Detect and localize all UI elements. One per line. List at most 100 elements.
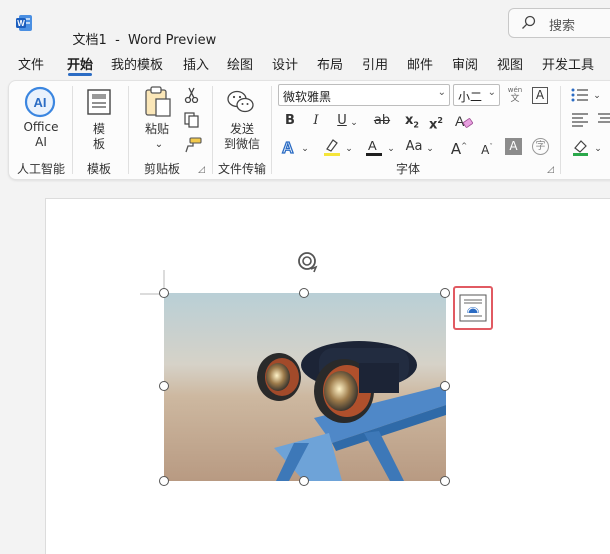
font-size-select[interactable]: 小二 ⌄ [453, 84, 500, 106]
font-launcher-icon[interactable]: ◿ [547, 165, 554, 175]
office-ai-label-line2[interactable]: AI [18, 135, 64, 149]
group-label-clipboard: 剪贴板 [143, 162, 180, 176]
format-painter-icon[interactable] [184, 137, 202, 153]
copy-icon[interactable] [184, 112, 200, 128]
layout-options-button[interactable] [453, 286, 493, 330]
text-effects-icon[interactable]: A [280, 138, 300, 156]
template-icon[interactable] [85, 88, 113, 116]
ribbon-divider [212, 86, 213, 174]
font-name-select[interactable]: 微软雅黑 ⌄ [278, 84, 450, 106]
document-name: 文档1 [72, 33, 107, 48]
resize-handle-right[interactable] [440, 381, 450, 391]
office-ai-label-line1[interactable]: Office [18, 120, 64, 134]
ribbon-divider [560, 86, 561, 174]
group-label-template: 模板 [86, 162, 111, 176]
align-center-icon[interactable] [597, 112, 610, 128]
tab-file[interactable]: 文件 [18, 54, 44, 73]
search-icon [522, 15, 536, 29]
tab-mailings[interactable]: 邮件 [407, 54, 433, 73]
underline-button[interactable]: U [334, 113, 350, 129]
office-ai-icon[interactable]: AI [24, 86, 56, 118]
font-color-icon[interactable]: A [364, 137, 384, 157]
tab-insert[interactable]: 插入 [183, 54, 209, 73]
align-left-icon[interactable] [571, 112, 589, 128]
chevron-down-icon[interactable]: ⌄ [425, 141, 435, 157]
tab-references[interactable]: 引用 [362, 54, 388, 73]
chevron-down-icon[interactable]: ⌄ [344, 141, 354, 157]
group-label-font: 字体 [395, 162, 420, 176]
send-wechat-label-line2[interactable]: 到微信 [220, 135, 264, 152]
chevron-down-icon[interactable]: ⌄ [349, 115, 359, 131]
phonetic-guide-bottom: 文 [510, 94, 520, 104]
resize-handle-left[interactable] [159, 381, 169, 391]
tab-draw[interactable]: 绘图 [227, 54, 253, 73]
shrink-font-button[interactable]: Aˇ [478, 139, 496, 158]
svg-text:A: A [368, 138, 377, 153]
chevron-down-icon[interactable]: ⌄ [300, 141, 310, 157]
phonetic-guide-button[interactable]: wén 文 [505, 86, 525, 104]
title-bar: W 文档1 - Word Preview 搜索 [0, 0, 610, 48]
grow-font-glyph: A [450, 140, 462, 158]
ribbon-tabs: 文件 开始 我的模板 插入 绘图 设计 布局 引用 邮件 审阅 视图 开发工具 [0, 50, 610, 76]
font-name-value: 微软雅黑 [283, 90, 332, 104]
group-label-transfer: 文件传输 [217, 162, 266, 176]
tab-review[interactable]: 审阅 [452, 54, 478, 73]
italic-button[interactable]: I [308, 113, 324, 129]
binoculars-photo[interactable] [164, 293, 446, 481]
app-name: Word Preview [128, 33, 217, 48]
superscript-button[interactable]: x2 [428, 113, 444, 133]
cut-icon[interactable] [184, 87, 200, 103]
tab-home[interactable]: 开始 [67, 54, 93, 73]
bullet-list-icon[interactable] [570, 87, 590, 103]
template-label-line2[interactable]: 板 [86, 135, 112, 152]
enclose-character-button[interactable]: 字 [532, 138, 549, 155]
tab-developer[interactable]: 开发工具 [542, 54, 594, 73]
chevron-down-icon[interactable]: ⌄ [386, 141, 396, 157]
tab-layout[interactable]: 布局 [317, 54, 343, 73]
search-label: 搜索 [549, 19, 576, 34]
highlight-color-icon[interactable] [322, 137, 342, 157]
rotate-handle-icon[interactable] [294, 249, 320, 275]
resize-handle-top-right[interactable] [440, 288, 450, 298]
resize-handle-bottom-right[interactable] [440, 476, 450, 486]
wrap-text-icon [459, 294, 487, 322]
character-border-button[interactable]: A [532, 87, 548, 104]
title-separator: - [115, 33, 120, 48]
resize-handle-bottom[interactable] [299, 476, 309, 486]
ribbon-divider [128, 86, 129, 174]
paste-icon[interactable] [143, 86, 173, 118]
chevron-down-icon: ⌄ [437, 87, 446, 98]
clear-formatting-icon[interactable]: A [454, 112, 474, 130]
resize-handle-bottom-left[interactable] [159, 476, 169, 486]
font-size-value: 小二 [458, 90, 483, 104]
ribbon-divider [72, 86, 73, 174]
resize-handle-top[interactable] [299, 288, 309, 298]
bold-button[interactable]: B [282, 113, 298, 129]
svg-text:A: A [455, 113, 465, 129]
svg-text:W: W [17, 19, 25, 28]
grow-font-button[interactable]: A^ [450, 138, 468, 157]
ribbon-divider [271, 86, 272, 174]
character-shading-button[interactable]: A [505, 138, 522, 155]
chevron-down-icon[interactable]: ⌄ [592, 88, 602, 104]
svg-text:A: A [282, 140, 294, 156]
shading-icon[interactable] [571, 138, 591, 156]
chevron-down-icon[interactable]: ⌄ [593, 141, 603, 157]
strikethrough-button[interactable]: ab [372, 113, 392, 129]
svg-text:AI: AI [34, 95, 47, 110]
clipboard-launcher-icon[interactable]: ◿ [198, 165, 205, 175]
change-case-button[interactable]: Aa [404, 139, 424, 155]
wechat-icon[interactable] [226, 88, 256, 116]
group-label-ai: 人工智能 [16, 162, 65, 176]
paste-label[interactable]: 粘贴 [138, 120, 176, 137]
phonetic-guide-top: wén [507, 86, 523, 94]
tab-my-templates[interactable]: 我的模板 [111, 54, 163, 73]
search-box[interactable]: 搜索 [508, 8, 610, 38]
active-tab-indicator [68, 73, 92, 76]
paste-dropdown-icon[interactable]: ⌄ [152, 137, 166, 153]
tab-design[interactable]: 设计 [272, 54, 298, 73]
tab-view[interactable]: 视图 [497, 54, 523, 73]
word-app-icon: W [16, 15, 32, 31]
resize-handle-top-left[interactable] [159, 288, 169, 298]
subscript-button[interactable]: x2 [404, 113, 420, 134]
